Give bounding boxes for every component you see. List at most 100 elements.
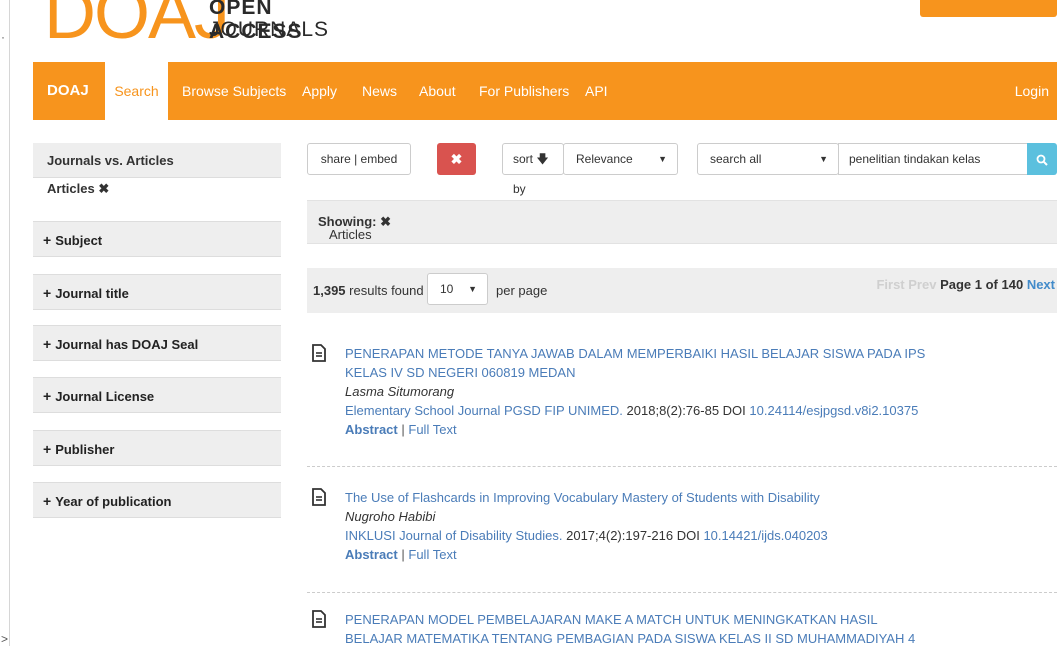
facet-journal-title[interactable]: + Journal title bbox=[33, 274, 281, 310]
nav-item-about[interactable]: About bbox=[419, 62, 456, 120]
share-embed-button[interactable]: share | embed bbox=[307, 143, 411, 175]
journal-link[interactable]: INKLUSI Journal of Disability Studies. bbox=[345, 528, 562, 543]
result-author: Nugroho Habibi bbox=[345, 509, 436, 524]
abstract-link[interactable]: Abstract bbox=[345, 547, 398, 562]
result-title-line: PENERAPAN METODE TANYA JAWAB DALAM MEMPE… bbox=[345, 346, 926, 361]
full-text-link[interactable]: Full Text bbox=[408, 422, 456, 437]
chevron-down-icon: ▼ bbox=[819, 154, 828, 164]
result-title[interactable]: PENERAPAN MODEL PEMBELAJARAN MAKE A MATC… bbox=[345, 610, 935, 646]
search-input[interactable]: penelitian tindakan kelas bbox=[838, 143, 1028, 175]
nav-item-for-publishers[interactable]: For Publishers bbox=[479, 62, 569, 120]
abstract-link[interactable]: Abstract bbox=[345, 422, 398, 437]
plus-icon: + bbox=[43, 232, 52, 248]
pagination: First Prev Page 1 of 140 Next bbox=[876, 277, 1055, 292]
result-citation: Elementary School Journal PGSD FIP UNIME… bbox=[345, 401, 935, 420]
active-filters-bar: Showing: Articles ✖ bbox=[307, 200, 1057, 244]
chevron-down-icon: ▼ bbox=[658, 154, 667, 164]
result-links: Abstract | Full Text bbox=[345, 420, 935, 439]
per-page-value: 10 bbox=[440, 282, 454, 296]
result-links: Abstract | Full Text bbox=[345, 545, 935, 564]
document-icon bbox=[312, 610, 326, 628]
nav-brand[interactable]: DOAJ bbox=[47, 62, 89, 120]
login-link[interactable]: Login bbox=[1015, 62, 1049, 120]
link-separator: | bbox=[401, 547, 405, 562]
sort-select[interactable]: Relevance ▼ bbox=[563, 143, 678, 175]
facet-label: Journal License bbox=[55, 389, 155, 404]
remove-filter-icon[interactable]: ✖ bbox=[380, 214, 391, 229]
result-title-line: BELAJAR MATEMATIKA TENTANG PEMBAGIAN PAD… bbox=[345, 631, 916, 646]
facet-doaj-seal[interactable]: + Journal has DOAJ Seal bbox=[33, 325, 281, 361]
result-title[interactable]: PENERAPAN METODE TANYA JAWAB DALAM MEMPE… bbox=[345, 344, 935, 382]
plus-icon: + bbox=[43, 336, 52, 352]
plus-icon: + bbox=[43, 388, 52, 404]
doi-link[interactable]: 10.14421/ijds.040203 bbox=[703, 528, 827, 543]
document-icon bbox=[312, 488, 326, 506]
link-separator: | bbox=[401, 422, 405, 437]
sort-by-label: by bbox=[513, 182, 526, 196]
facet-label: Journal title bbox=[55, 286, 129, 301]
sort-direction-button[interactable]: sort 🡇 by bbox=[502, 143, 564, 196]
top-right-button[interactable] bbox=[920, 0, 1057, 17]
citation-text: 2018;8(2):76-85 DOI bbox=[626, 403, 746, 418]
edge-mark: · bbox=[1, 30, 5, 44]
first-page-link: First bbox=[876, 277, 905, 292]
nav-item-browse-subjects[interactable]: Browse Subjects bbox=[182, 62, 286, 120]
window-edge bbox=[9, 0, 10, 646]
document-icon bbox=[312, 344, 326, 362]
facet-subject[interactable]: + Subject bbox=[33, 221, 281, 257]
search-field-select[interactable]: search all ▼ bbox=[697, 143, 839, 175]
result-item: PENERAPAN METODE TANYA JAWAB DALAM MEMPE… bbox=[307, 344, 1057, 467]
facet-journals-vs-articles[interactable]: Journals vs. Articles bbox=[33, 143, 281, 178]
plus-icon: + bbox=[43, 285, 52, 301]
nav-item-api[interactable]: API bbox=[585, 62, 608, 120]
full-text-link[interactable]: Full Text bbox=[408, 547, 456, 562]
result-title[interactable]: The Use of Flashcards in Improving Vocab… bbox=[345, 488, 935, 507]
next-page-link[interactable]: Next bbox=[1027, 277, 1055, 292]
search-icon bbox=[1036, 154, 1048, 166]
nav-item-apply[interactable]: Apply bbox=[302, 62, 337, 120]
facet-label: Subject bbox=[55, 233, 103, 248]
per-page-select[interactable]: 10 ▼ bbox=[427, 273, 488, 305]
doi-link[interactable]: 10.24114/esjpgsd.v8i2.10375 bbox=[749, 403, 918, 418]
facet-year-of-publication[interactable]: + Year of publication bbox=[33, 482, 281, 518]
citation-text: 2017;4(2):197-216 DOI bbox=[566, 528, 700, 543]
search-button[interactable] bbox=[1027, 143, 1057, 175]
remove-filter-icon[interactable]: ✖ bbox=[98, 181, 109, 196]
result-item: PENERAPAN MODEL PEMBELAJARAN MAKE A MATC… bbox=[307, 610, 1057, 646]
results-summary-bar: 1,395 results found 10 ▼ per page First … bbox=[307, 268, 1057, 313]
nav-item-search[interactable]: Search bbox=[105, 62, 168, 120]
facet-journal-license[interactable]: + Journal License bbox=[33, 377, 281, 413]
showing-value: Articles bbox=[329, 227, 372, 242]
facet-header-label: Journals vs. Articles bbox=[47, 153, 174, 168]
result-author: Lasma Situmorang bbox=[345, 384, 455, 399]
result-title-line: PENERAPAN MODEL PEMBELAJARAN MAKE A MATC… bbox=[345, 612, 878, 627]
logo-letters: DOAJ bbox=[44, 0, 230, 54]
selected-filter-articles[interactable]: Articles ✖ bbox=[47, 181, 109, 197]
facet-label: Journal has DOAJ Seal bbox=[55, 337, 199, 352]
clear-search-button[interactable]: ✖ bbox=[437, 143, 476, 175]
facet-label: Publisher bbox=[55, 442, 115, 457]
plus-icon: + bbox=[43, 493, 52, 509]
edge-mark: > bbox=[1, 632, 9, 646]
result-item: The Use of Flashcards in Improving Vocab… bbox=[307, 488, 1057, 593]
doaj-logo[interactable]: DOAJ OPEN ACCESS JOURNALS bbox=[44, 0, 364, 54]
search-field-value: search all bbox=[710, 152, 762, 166]
journal-link[interactable]: Elementary School Journal PGSD FIP UNIME… bbox=[345, 403, 623, 418]
chevron-down-icon: ▼ bbox=[468, 284, 477, 294]
facet-publisher[interactable]: + Publisher bbox=[33, 430, 281, 466]
result-title-line: KELAS IV SD NEGERI 060819 MEDAN bbox=[345, 365, 576, 380]
arrow-down-icon: 🡇 bbox=[536, 152, 549, 166]
facet-label: Year of publication bbox=[55, 494, 172, 509]
per-page-label: per page bbox=[496, 283, 548, 298]
main-navbar: DOAJ Search Browse Subjects Apply News A… bbox=[33, 62, 1057, 120]
sort-select-value: Relevance bbox=[576, 152, 633, 166]
nav-item-news[interactable]: News bbox=[362, 62, 397, 120]
results-count: 1,395 bbox=[313, 283, 346, 298]
sort-label: sort bbox=[513, 152, 534, 166]
result-citation: INKLUSI Journal of Disability Studies. 2… bbox=[345, 526, 935, 545]
prev-page-link: Prev bbox=[908, 277, 937, 292]
logo-line-2: JOURNALS bbox=[209, 18, 330, 41]
results-count-text: results found bbox=[349, 283, 424, 298]
page-indicator: Page 1 of 140 bbox=[940, 277, 1024, 292]
close-icon: ✖ bbox=[450, 151, 463, 167]
